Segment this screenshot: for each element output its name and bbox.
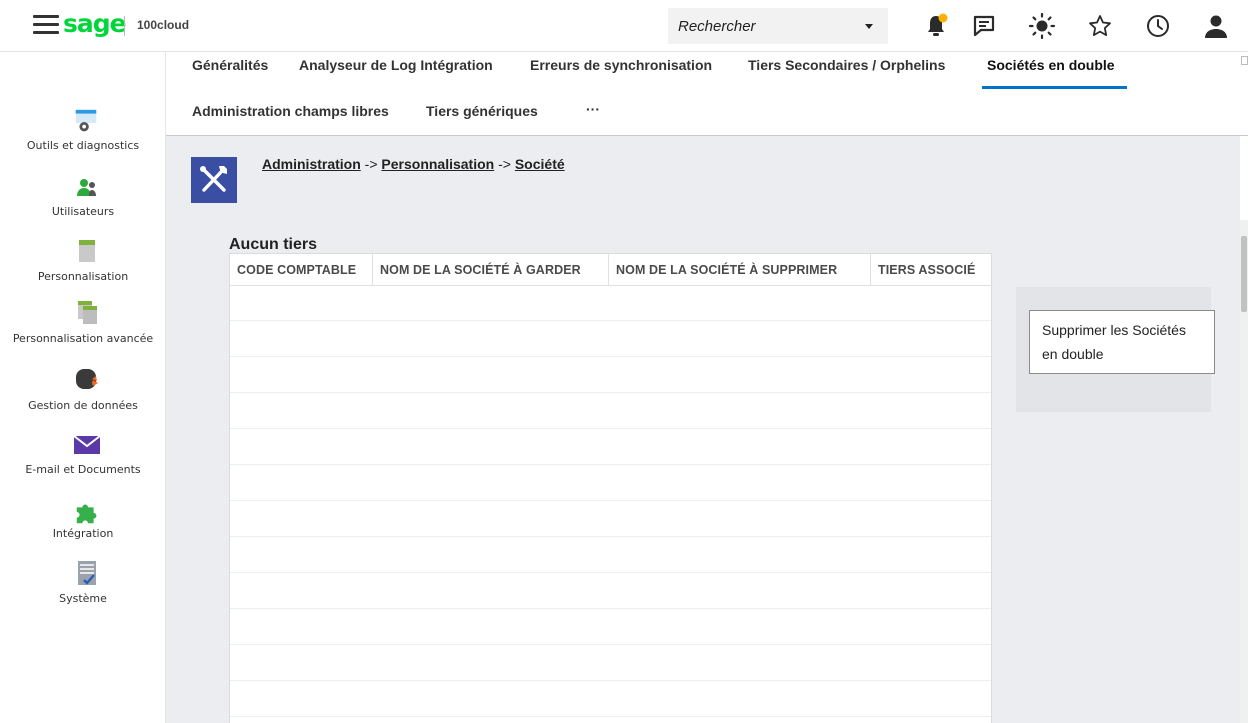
customization-icon xyxy=(79,240,95,262)
puzzle-icon xyxy=(76,504,97,524)
database-icon xyxy=(76,369,98,389)
column-header-code-comptable[interactable]: CODE COMPTABLE xyxy=(230,254,373,286)
sidebar: Outils et diagnostics Utilisateurs Perso… xyxy=(0,52,166,723)
tab-administration-champs-libres[interactable]: Administration champs libres xyxy=(192,103,389,119)
delete-duplicates-button[interactable]: Supprimer les Sociétés en double xyxy=(1029,310,1215,374)
user-icon[interactable] xyxy=(1202,12,1230,40)
table-row xyxy=(230,392,991,393)
table-row xyxy=(230,428,991,429)
table-row xyxy=(230,644,991,645)
more-tabs-button[interactable]: ··· xyxy=(586,101,600,117)
sun-icon[interactable] xyxy=(1028,12,1056,40)
sidebar-item-systeme[interactable]: Système xyxy=(0,560,166,622)
users-icon xyxy=(77,179,96,196)
table-row xyxy=(230,572,991,573)
table-row xyxy=(230,500,991,501)
sidebar-item-label: Personnalisation avancée xyxy=(12,332,154,345)
active-tab-indicator xyxy=(982,86,1127,89)
sidebar-item-personnalisation-avancee[interactable]: Personnalisation avancée xyxy=(0,300,166,364)
tools-diagnostics-icon xyxy=(75,109,97,132)
table-row xyxy=(230,608,991,609)
section-title: Aucun tiers xyxy=(229,236,318,253)
sage-logo[interactable]: sage xyxy=(63,9,127,38)
sidebar-item-outils[interactable]: Outils et diagnostics xyxy=(0,108,166,184)
sidebar-item-label: E-mail et Documents xyxy=(25,463,141,476)
sidebar-item-label: Outils et diagnostics xyxy=(26,139,140,152)
logo-divider xyxy=(124,16,125,36)
sidebar-item-label: Gestion de données xyxy=(28,399,138,412)
top-bar: sage 100cloud xyxy=(0,0,1248,52)
table-row xyxy=(230,356,991,357)
tab-analyseur-log[interactable]: Analyseur de Log Intégration xyxy=(299,57,493,73)
column-header-societe-garder[interactable]: NOM DE LA SOCIÉTÉ À GARDER xyxy=(373,254,609,286)
tab-bar: Généralités Analyseur de Log Intégration… xyxy=(166,52,1248,136)
sidebar-item-label: Système xyxy=(59,592,107,605)
sidebar-item-utilisateurs[interactable]: Utilisateurs xyxy=(0,174,166,236)
tab-societes-en-double[interactable]: Sociétés en double xyxy=(987,57,1115,73)
column-header-societe-supprimer[interactable]: NOM DE LA SOCIÉTÉ À SUPPRIMER xyxy=(609,254,871,286)
duplicates-table: CODE COMPTABLE NOM DE LA SOCIÉTÉ À GARDE… xyxy=(229,253,993,723)
table-row xyxy=(230,536,991,537)
table-row xyxy=(230,716,991,717)
product-name: 100cloud xyxy=(137,18,190,32)
sidebar-item-gestion-donnees[interactable]: Gestion de données xyxy=(0,366,166,430)
star-icon[interactable] xyxy=(1086,12,1114,40)
tools-icon xyxy=(191,157,237,203)
sidebar-item-email-documents[interactable]: E-mail et Documents xyxy=(0,432,166,494)
tab-tiers-generiques[interactable]: Tiers génériques xyxy=(426,103,538,119)
breadcrumb-separator: -> xyxy=(498,156,511,172)
search-box[interactable] xyxy=(668,8,888,44)
chat-icon[interactable] xyxy=(970,12,998,40)
scrollbar-thumb[interactable] xyxy=(1241,236,1247,312)
table-row xyxy=(230,680,991,681)
menu-icon[interactable] xyxy=(33,15,59,35)
table-header: CODE COMPTABLE NOM DE LA SOCIÉTÉ À GARDE… xyxy=(230,254,993,286)
chevron-down-icon[interactable] xyxy=(865,24,873,29)
column-header-tiers-associe[interactable]: TIERS ASSOCIÉ xyxy=(871,254,991,286)
breadcrumb-separator: -> xyxy=(364,156,378,172)
breadcrumb-societe[interactable]: Société xyxy=(515,156,565,172)
system-icon xyxy=(78,561,96,585)
breadcrumb: Administration -> Personnalisation -> So… xyxy=(262,156,565,172)
tab-generalites[interactable]: Généralités xyxy=(192,57,268,73)
table-row xyxy=(230,320,991,321)
search-input[interactable] xyxy=(678,16,848,36)
sidebar-item-personnalisation[interactable]: Personnalisation xyxy=(0,238,166,300)
tab-tiers-secondaires[interactable]: Tiers Secondaires / Orphelins xyxy=(748,57,945,73)
sidebar-item-label: Utilisateurs xyxy=(51,205,115,218)
clock-icon[interactable] xyxy=(1144,12,1172,40)
sidebar-item-integration[interactable]: Intégration xyxy=(0,498,166,560)
mail-icon xyxy=(73,435,101,454)
scroll-up-button[interactable] xyxy=(1241,56,1248,65)
advanced-customization-icon xyxy=(78,301,97,324)
scrollbar[interactable] xyxy=(1240,220,1248,723)
breadcrumb-personnalisation[interactable]: Personnalisation xyxy=(381,156,494,172)
breadcrumb-administration[interactable]: Administration xyxy=(262,156,361,172)
bell-icon[interactable] xyxy=(922,12,950,40)
sidebar-item-label: Intégration xyxy=(52,527,114,540)
table-row xyxy=(230,464,991,465)
sidebar-item-label: Personnalisation xyxy=(37,270,129,283)
tab-erreurs-synchronisation[interactable]: Erreurs de synchronisation xyxy=(530,57,712,73)
